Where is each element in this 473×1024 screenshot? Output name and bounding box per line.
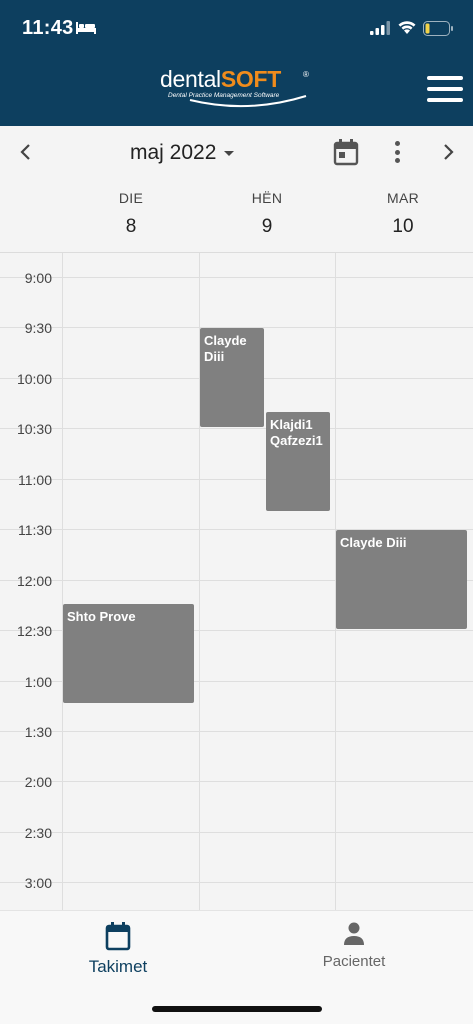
hour-line: [0, 479, 473, 480]
column-divider: [62, 253, 63, 910]
day-column-header[interactable]: HËN 9: [199, 190, 335, 238]
dot-icon: [394, 141, 400, 146]
menu-bar-icon: [427, 98, 463, 102]
chevron-right-icon[interactable]: [436, 140, 460, 164]
event-title: Clayde Diii: [340, 535, 407, 550]
day-number: 8: [125, 216, 137, 237]
dentalsoft-logo: dentalSOFT ® Dental Practice Management …: [160, 66, 316, 112]
battery-icon: [423, 21, 453, 36]
appointment-event[interactable]: Clayde Diii: [336, 530, 467, 629]
calendar-today-icon[interactable]: [333, 138, 359, 166]
event-title: Shto Prove: [67, 609, 136, 624]
tab-appointments[interactable]: Takimet: [48, 921, 188, 977]
logo-main-text: dental: [160, 66, 221, 92]
time-label: 10:00: [16, 371, 52, 387]
event-subtitle: Qafzezi1: [270, 432, 323, 448]
day-name: MAR: [386, 190, 419, 206]
event-title: Clayde: [204, 333, 247, 348]
time-label: 2:00: [24, 774, 52, 790]
day-name: DIE: [118, 190, 144, 206]
tab-patients[interactable]: Pacientet: [284, 921, 424, 970]
day-column-header[interactable]: MAR 10: [335, 190, 471, 238]
time-label: 1:00: [24, 674, 52, 690]
chevron-left-icon[interactable]: [14, 140, 38, 164]
calendar-icon: [105, 922, 131, 951]
time-label: 12:00: [16, 573, 52, 589]
day-column-header[interactable]: DIE 8: [63, 190, 199, 238]
dot-icon: [394, 158, 400, 163]
event-subtitle: Diii: [204, 348, 225, 364]
wifi-icon: [398, 21, 416, 34]
more-options-icon[interactable]: [388, 139, 406, 165]
time-label: 2:30: [24, 825, 52, 841]
day-number: 9: [261, 216, 273, 237]
day-number: 10: [392, 216, 414, 237]
sleep-icon: [76, 22, 96, 34]
time-label: 1:30: [24, 724, 52, 740]
hour-line: [0, 781, 473, 782]
month-selector[interactable]: maj 2022: [130, 140, 235, 166]
time-label: 12:30: [16, 623, 52, 639]
hour-line: [0, 832, 473, 833]
calendar-grid[interactable]: 9:00 9:30 10:00 10:30 11:00 11:30 12:00 …: [0, 253, 473, 910]
time-label: 9:00: [24, 270, 52, 286]
time-label: 11:00: [18, 472, 52, 488]
time-label: 10:30: [16, 421, 52, 437]
day-header: DIE 8 HËN 9 MAR 10: [0, 178, 473, 253]
appointment-event[interactable]: Shto Prove: [63, 604, 194, 703]
month-label: maj 2022: [130, 141, 217, 164]
time-label: 3:00: [24, 875, 52, 891]
event-title: Klajdi1: [270, 417, 313, 432]
hour-line: [0, 882, 473, 883]
hamburger-menu-button[interactable]: [427, 76, 463, 106]
dot-icon: [394, 149, 400, 155]
tab-label: Pacientet: [322, 953, 386, 970]
logo-registered-mark: ®: [303, 70, 309, 79]
logo-accent-text: SOFT: [220, 66, 282, 92]
appointment-event[interactable]: Klajdi1 Qafzezi1: [266, 412, 330, 511]
hour-line: [0, 731, 473, 732]
home-indicator: [152, 1006, 322, 1012]
caret-down-icon: [224, 150, 235, 156]
menu-bar-icon: [427, 76, 463, 80]
month-toolbar: maj 2022: [0, 126, 473, 178]
time-label: 9:30: [24, 320, 52, 336]
logo-swoosh-icon: [189, 95, 307, 108]
status-time: 11:43: [22, 17, 74, 39]
tab-label: Takimet: [88, 957, 148, 976]
hour-line: [0, 428, 473, 429]
app-header: 11:43 dentalSOFT ® Dental Practice Manag…: [0, 0, 473, 126]
hour-line: [0, 277, 473, 278]
appointment-event[interactable]: Clayde Diii: [200, 328, 264, 427]
day-name: HËN: [251, 190, 283, 206]
cellular-signal-icon: [370, 21, 390, 35]
person-icon: [344, 922, 364, 945]
menu-bar-icon: [427, 87, 463, 91]
time-label: 11:30: [18, 522, 52, 538]
